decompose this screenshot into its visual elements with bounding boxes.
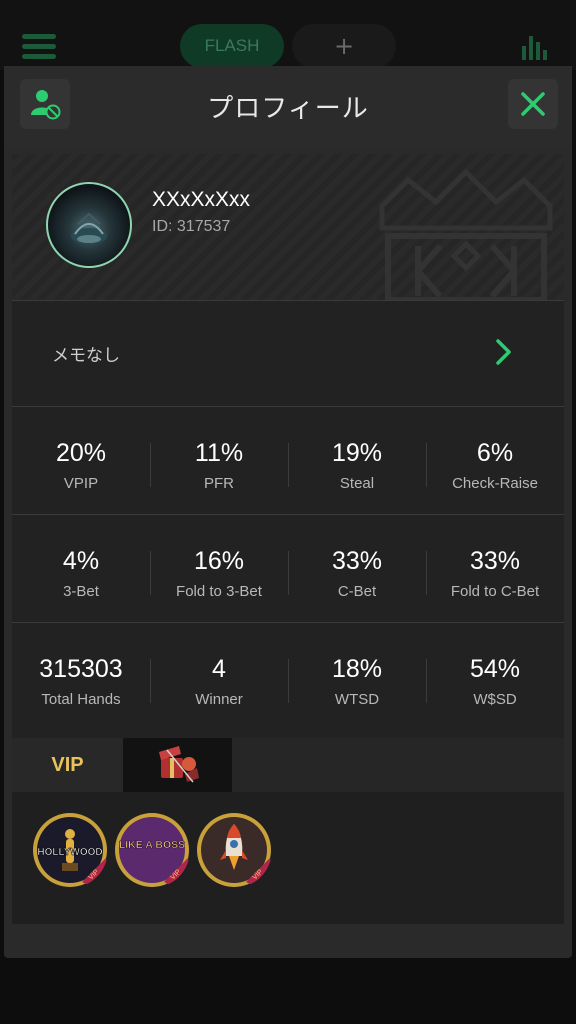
stat-value: 19% <box>331 439 383 467</box>
stat-cell-fold-to-cbet: 33% Fold to C-Bet <box>426 515 564 621</box>
crest-watermark-icon <box>379 168 553 300</box>
modal-title: プロフィール <box>207 94 369 124</box>
stat-cell-wtsd: 18% WTSD <box>288 623 426 729</box>
stat-value: 20% <box>55 439 107 467</box>
stat-cell-winner: 4 Winner <box>150 623 288 729</box>
stat-cell-steal: 19% Steal <box>288 407 426 513</box>
stat-value: 54% <box>469 655 521 683</box>
stat-label: C-Bet <box>337 583 377 600</box>
stat-label: PFR <box>204 475 234 492</box>
profile-panel: XXxXxXxx ID: 317537 メモなし 20% VPIP 11% PF… <box>12 154 564 924</box>
stat-cell-total-hands: 315303 Total Hands <box>12 623 150 729</box>
user-id: ID: 317537 <box>152 218 231 235</box>
tab-vip[interactable]: VIP <box>12 738 123 792</box>
stat-cell-pfr: 11% PFR <box>150 407 288 513</box>
stat-cell-wsd: 54% W$SD <box>426 623 564 729</box>
avatar[interactable] <box>46 182 132 268</box>
stat-label: 3-Bet <box>63 583 99 600</box>
badge-like-a-boss[interactable]: LIKE A BOSS VIP <box>114 812 190 888</box>
stats-row: 4% 3-Bet 16% Fold to 3-Bet 33% C-Bet 33%… <box>12 515 564 621</box>
stat-value: 4% <box>62 547 100 575</box>
stat-cell-cbet: 33% C-Bet <box>288 515 426 621</box>
stat-value: 6% <box>476 439 514 467</box>
badges-area: HOLLYWOOD VIP LIKE A BOSS VIP VIP <box>12 792 564 924</box>
username: XXxXxXxx <box>152 188 251 211</box>
modal-header: プロフィール <box>4 66 572 148</box>
chevron-right-icon <box>496 339 511 365</box>
stats-row: 20% VPIP 11% PFR 19% Steal 6% Check-Rais… <box>12 407 564 513</box>
stat-label: Check-Raise <box>452 475 538 492</box>
badge-text: LIKE A BOSS <box>119 839 185 851</box>
menu-icon[interactable] <box>22 34 56 60</box>
memo-label: メモなし <box>52 346 120 366</box>
stat-label: W$SD <box>473 691 517 708</box>
tab-gift-items[interactable] <box>123 738 232 792</box>
badge-text: HOLLYWOOD <box>37 847 102 858</box>
stat-label: Fold to C-Bet <box>450 583 540 600</box>
vip-tabs: VIP <box>12 738 564 792</box>
stat-value: 4 <box>212 655 226 683</box>
oscar-statue-icon: HOLLYWOOD VIP <box>33 813 108 887</box>
profile-header: XXxXxXxx ID: 317537 <box>12 154 564 300</box>
stats-row: 315303 Total Hands 4 Winner 18% WTSD 54%… <box>12 623 564 729</box>
profile-modal: プロフィール XXxXxXxx ID: 317537 メモなし 20% VPIP… <box>4 66 572 958</box>
gift-item-icon <box>159 746 199 783</box>
stat-value: 18% <box>331 655 383 683</box>
add-table-button[interactable]: + <box>292 24 396 68</box>
stat-value: 16% <box>193 547 245 575</box>
stats-bars-icon[interactable] <box>520 34 552 60</box>
like-a-boss-icon: LIKE A BOSS VIP <box>115 813 190 887</box>
badge-rocket[interactable]: VIP <box>196 812 272 888</box>
stat-value: 11% <box>194 439 244 467</box>
memo-row[interactable]: メモなし <box>12 301 564 405</box>
tab-flash[interactable]: FLASH <box>180 24 284 68</box>
stat-label: VPIP <box>63 475 99 492</box>
stat-label: Total Hands <box>41 691 121 708</box>
badge-hollywood[interactable]: HOLLYWOOD VIP <box>32 812 108 888</box>
stat-cell-3bet: 4% 3-Bet <box>12 515 150 621</box>
stat-label: Steal <box>339 475 375 492</box>
top-app-bar: FLASH + <box>0 0 576 70</box>
stat-value: 33% <box>469 547 521 575</box>
rocket-icon: VIP <box>197 813 272 887</box>
close-button[interactable] <box>508 79 558 129</box>
stat-cell-check-raise: 6% Check-Raise <box>426 407 564 513</box>
stat-label: Winner <box>195 691 243 708</box>
avatar-image <box>71 212 107 244</box>
stat-value: 33% <box>331 547 383 575</box>
stat-label: Fold to 3-Bet <box>176 583 262 600</box>
stat-cell-fold-to-3bet: 16% Fold to 3-Bet <box>150 515 288 621</box>
close-icon <box>521 92 545 116</box>
stat-cell-vpip: 20% VPIP <box>12 407 150 513</box>
stat-label: WTSD <box>334 691 380 708</box>
stat-value: 315303 <box>39 655 123 683</box>
